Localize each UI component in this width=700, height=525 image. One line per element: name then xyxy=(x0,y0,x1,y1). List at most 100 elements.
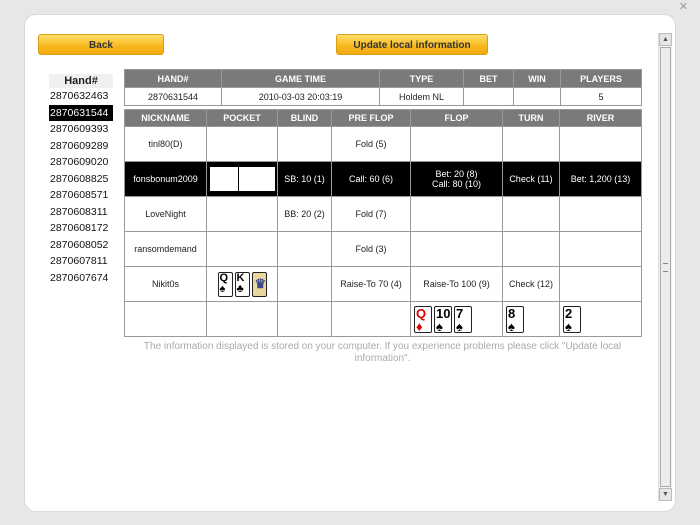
playing-card: 7 ♠ xyxy=(454,305,472,334)
card-rank: 8 xyxy=(508,305,516,321)
board-empty xyxy=(277,301,332,337)
scroll-up-arrow-icon[interactable]: ▲ xyxy=(659,33,672,46)
flop-action-call: Call: 80 (10) xyxy=(431,179,482,189)
bet-value xyxy=(463,87,514,106)
hand-list-item-selected[interactable]: 2870631544 xyxy=(49,104,113,121)
playing-card: Q ♦ xyxy=(414,305,432,334)
hand-list: Hand# 2870632463 2870631544 2870609393 2870… xyxy=(49,74,113,286)
scroll-down-arrow-icon[interactable]: ▼ xyxy=(659,488,672,501)
player-row: LoveNight BB: 20 (2) Fold (7) xyxy=(124,196,642,232)
player-preflop: Raise-To 70 (4) xyxy=(331,266,411,302)
hand-list-item[interactable]: 2870608825 xyxy=(49,171,113,188)
player-row: ransomdemand Fold (3) xyxy=(124,231,642,267)
board-turn-card: 8 ♠ xyxy=(502,301,560,337)
col-game-time: GAME TIME xyxy=(221,69,380,88)
player-row: Nikit0s Q ♠ K ♣ ♛ Raise-To 70 (4) Raise-To 1… xyxy=(124,266,642,302)
col-nickname: NICKNAME xyxy=(124,109,207,127)
board-empty xyxy=(331,301,411,337)
col-flop: FLOP xyxy=(410,109,503,127)
playing-card: K ♣ xyxy=(234,271,250,297)
playing-card: 10 ♠ xyxy=(434,305,452,334)
col-pocket: POCKET xyxy=(206,109,278,127)
board-river-card: 2 ♠ xyxy=(559,301,642,337)
player-pocket-hidden xyxy=(206,161,278,197)
player-pocket xyxy=(206,126,278,162)
hand-list-item[interactable]: 2870607811 xyxy=(49,253,113,270)
hand-list-item[interactable]: 2870608172 xyxy=(49,220,113,237)
player-count: 5 xyxy=(560,87,642,106)
jack-figure-icon: ♛ xyxy=(251,271,267,297)
hand-list-item[interactable]: 2870608052 xyxy=(49,237,113,254)
player-river: Bet: 1,200 (13) xyxy=(559,161,642,197)
players-actions-table: NICKNAME POCKET BLIND PRE FLOP FLOP TURN… xyxy=(124,109,642,337)
game-type: Holdem NL xyxy=(379,87,464,106)
card-suit-icon: ♠ xyxy=(565,318,572,334)
hand-list-item[interactable]: 2870609393 xyxy=(49,121,113,138)
hand-list-item[interactable]: 2870609020 xyxy=(49,154,113,171)
board-flop-cards: Q ♦ 10 ♠ 7 ♠ xyxy=(410,301,503,337)
player-row-highlighted: fonsbonum2009 SB: 10 (1) Call: 60 (6) Be… xyxy=(124,161,642,197)
hand-list-item[interactable]: 2870608311 xyxy=(49,204,113,221)
col-hand: HAND# xyxy=(124,69,222,88)
scrollbar-thumb[interactable] xyxy=(660,47,671,487)
player-preflop: Fold (7) xyxy=(331,196,411,232)
hand-list-item[interactable]: 2870632463 xyxy=(49,88,113,105)
player-blind xyxy=(277,266,332,302)
card-suit-icon: ♦ xyxy=(416,318,423,334)
close-icon[interactable]: ✕ xyxy=(679,1,688,13)
hand-list-item[interactable]: 2870607674 xyxy=(49,270,113,287)
vertical-scrollbar[interactable]: ▲ ▼ xyxy=(658,33,672,501)
hand-list-item[interactable]: 2870609289 xyxy=(49,138,113,155)
board-empty xyxy=(206,301,278,337)
hand-history-panel: Back Update local information Hand# 2870… xyxy=(24,14,676,512)
hand-list-header: Hand# xyxy=(49,74,113,88)
player-pocket-cards: Q ♠ K ♣ ♛ xyxy=(206,266,278,302)
board-row: Q ♦ 10 ♠ 7 ♠ 8 ♠ 2 ♠ xyxy=(124,301,642,337)
player-pocket xyxy=(206,196,278,232)
player-nickname: LoveNight xyxy=(124,196,207,232)
board-empty xyxy=(124,301,207,337)
card-rank: Q xyxy=(416,305,427,321)
player-preflop: Fold (5) xyxy=(331,126,411,162)
card-suit-icon: ♣ xyxy=(236,282,244,295)
card-suit-icon: ♠ xyxy=(219,282,226,295)
player-nickname: Nikit0s xyxy=(124,266,207,302)
player-blind: SB: 10 (1) xyxy=(277,161,332,197)
playing-card: 2 ♠ xyxy=(563,305,581,334)
col-win: WIN xyxy=(513,69,561,88)
card-suit-icon: ♠ xyxy=(508,318,515,334)
player-nickname: fonsbonum2009 xyxy=(124,161,207,197)
player-nickname: tinl80(D) xyxy=(124,126,207,162)
card-rank: Q xyxy=(219,271,229,284)
player-turn xyxy=(502,231,560,267)
jack-figure-icon: ♛ xyxy=(254,275,267,291)
player-river xyxy=(559,196,642,232)
col-players: PLAYERS xyxy=(560,69,642,88)
col-blind: BLIND xyxy=(277,109,332,127)
player-row: tinl80(D) Fold (5) xyxy=(124,126,642,162)
hand-info-table: HAND# GAME TIME TYPE BET WIN PLAYERS 287… xyxy=(124,69,642,106)
player-blind xyxy=(277,126,332,162)
col-type: TYPE xyxy=(379,69,464,88)
player-flop xyxy=(410,196,503,232)
back-button[interactable]: Back xyxy=(38,34,164,55)
col-turn: TURN xyxy=(502,109,560,127)
card-rank: 7 xyxy=(456,305,464,321)
hand-list-item[interactable]: 2870608571 xyxy=(49,187,113,204)
player-flop: Bet: 20 (8) Call: 80 (10) xyxy=(410,161,503,197)
col-river: RIVER xyxy=(559,109,642,127)
col-pre-flop: PRE FLOP xyxy=(331,109,411,127)
player-flop xyxy=(410,126,503,162)
card-suit-icon: ♠ xyxy=(436,318,443,334)
player-pocket xyxy=(206,231,278,267)
hand-number: 2870631544 xyxy=(124,87,222,106)
player-river xyxy=(559,231,642,267)
player-preflop: Call: 60 (6) xyxy=(331,161,411,197)
player-preflop: Fold (3) xyxy=(331,231,411,267)
update-local-information-button[interactable]: Update local information xyxy=(336,34,488,55)
card-suit-icon: ♠ xyxy=(456,318,463,334)
player-river xyxy=(559,266,642,302)
playing-card: Q ♠ xyxy=(217,271,233,297)
col-bet: BET xyxy=(463,69,514,88)
player-river xyxy=(559,126,642,162)
